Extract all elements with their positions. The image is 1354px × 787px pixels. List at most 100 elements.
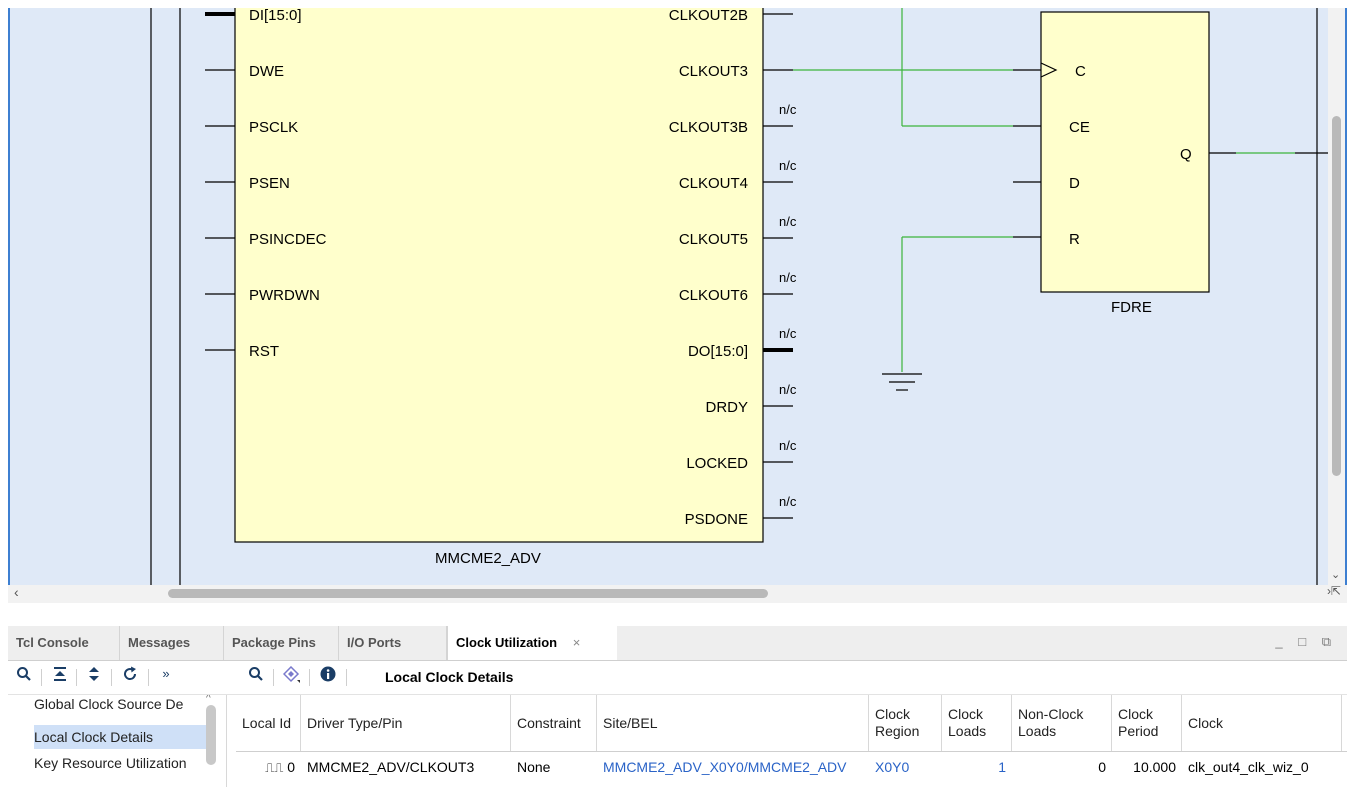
cell-clock-region-link[interactable]: X0Y0 <box>869 752 942 782</box>
header-label: Local Id <box>242 714 292 731</box>
nav-item-local-clock-details[interactable]: Local Clock Details <box>34 725 208 749</box>
no-connect-label: n/c <box>779 382 797 397</box>
tab-label: Package Pins <box>232 635 316 650</box>
mmcm-pin-label: DI[15:0] <box>249 8 302 24</box>
more-tools-icon[interactable]: » <box>154 666 178 688</box>
fdre-pin-label: C <box>1075 63 1086 80</box>
cell-non-clock-loads: 0 <box>1098 759 1106 775</box>
expand-all-icon[interactable] <box>82 666 106 688</box>
search-icon[interactable] <box>12 666 36 688</box>
collapse-all-icon[interactable] <box>48 666 72 688</box>
fdre-pin-label: D <box>1069 175 1080 192</box>
chevron-up-icon[interactable]: ^ <box>206 695 211 704</box>
schematic-drawing: DI[15:0]DWEPSCLKPSENPSINCDECPWRDWNRST CL… <box>150 8 1330 593</box>
tab-tcl-console[interactable]: Tcl Console <box>8 626 120 660</box>
report-navigation-tree: Global Clock Source De Local Clock Detai… <box>8 695 227 787</box>
mmcm-pin-label: PSDONE <box>685 511 748 528</box>
table-header: Local Id Driver Type/Pin Constraint Site… <box>236 695 1347 752</box>
column-header-constraint[interactable]: Constraint <box>511 695 597 751</box>
cell-constraint: None <box>517 759 551 775</box>
column-header-local-id[interactable]: Local Id <box>236 695 301 751</box>
cell-clock-loads-link[interactable]: 1 <box>942 752 1012 782</box>
close-icon[interactable]: × <box>573 635 581 650</box>
header-label: Constraint <box>517 714 581 731</box>
column-header-clock-region[interactable]: Clock Region <box>869 695 942 751</box>
tab-label: Clock Utilization <box>456 635 558 650</box>
column-header-clock[interactable]: Clock <box>1182 695 1342 751</box>
no-connect-label: n/c <box>779 158 797 173</box>
mmcm-pin-label: RST <box>249 343 279 360</box>
header-label: Clock Region <box>875 706 920 739</box>
tab-label: Tcl Console <box>16 635 89 650</box>
fdre-pin-q: Q <box>1180 146 1192 163</box>
mmcm-pin-label: PSEN <box>249 175 290 192</box>
mmcm-pin-label: LOCKED <box>686 455 748 472</box>
fdre-cell-name: FDRE <box>1111 299 1152 316</box>
mmcme2-adv-cell <box>234 8 764 543</box>
header-label: Clock <box>1188 714 1224 731</box>
no-connect-label: n/c <box>779 494 797 509</box>
info-icon[interactable] <box>316 666 340 688</box>
cell-site-bel-link[interactable]: MMCME2_ADV_X0Y0/MMCME2_ADV <box>597 752 869 782</box>
mmcm-pin-label: CLKOUT5 <box>679 231 748 248</box>
cell-clock: clk_out4_clk_wiz_0 <box>1188 759 1309 775</box>
refresh-icon[interactable] <box>118 666 142 688</box>
no-connect-label: n/c <box>779 102 797 117</box>
header-label: Site/BEL <box>603 714 658 731</box>
tab-io-ports[interactable]: I/O Ports <box>339 626 447 660</box>
scroll-right-icon[interactable]: ›⇱ <box>1327 584 1341 598</box>
schematic-canvas[interactable]: DI[15:0] DWE PSCLK PSEN PSINCDEC PWRDWN RST CL… <box>8 8 1347 603</box>
mmcm-pin-label: DRDY <box>705 399 748 416</box>
nav-item-label: Key Resource Utilization <box>34 755 187 771</box>
column-header-clock-period[interactable]: Clock Period <box>1112 695 1182 751</box>
window-controls[interactable]: _ □ ⧉ <box>1275 634 1337 650</box>
column-header-driver[interactable]: Driver Type/Pin <box>301 695 511 751</box>
ground-icon <box>882 373 922 391</box>
header-label: Non-Clock Loads <box>1018 706 1084 739</box>
mmcm-pin-label: PSCLK <box>249 119 298 136</box>
mmcm-pin-label: CLKOUT3 <box>679 63 748 80</box>
mmcm-pin-label: CLKOUT6 <box>679 287 748 304</box>
mmcm-pin-label: CLKOUT3B <box>669 119 748 136</box>
column-header-site-bel[interactable]: Site/BEL <box>597 695 869 751</box>
bottom-panel: Tcl Console Messages Package Pins I/O Po… <box>8 626 1347 787</box>
vertical-scrollbar[interactable]: ⌄ <box>1328 8 1345 585</box>
no-connect-label: n/c <box>779 270 797 285</box>
search-table-icon[interactable] <box>244 666 268 688</box>
panel-tab-bar: Tcl Console Messages Package Pins I/O Po… <box>8 626 1347 661</box>
nav-scrollbar-thumb[interactable] <box>206 705 216 765</box>
panel-title: Local Clock Details <box>385 669 514 685</box>
vertical-scroll-thumb[interactable] <box>1332 116 1341 476</box>
nav-item-label: Global Clock Source De <box>34 696 184 712</box>
horizontal-scroll-thumb[interactable] <box>168 589 768 598</box>
no-connect-label: n/c <box>779 326 797 341</box>
nav-item-key-resource-utilization[interactable]: Key Resource Utilization <box>34 751 208 775</box>
cell-value: 0 <box>287 759 295 775</box>
tab-package-pins[interactable]: Package Pins <box>224 626 339 660</box>
column-header-non-clock-loads[interactable]: Non-Clock Loads <box>1012 695 1112 751</box>
panel-toolbar: » Local Clock Details <box>8 661 1347 695</box>
table-row[interactable]: ⎍⎍ 0 MMCME2_ADV/CLKOUT3 None MMCME2_ADV_… <box>236 752 1347 782</box>
header-label: Clock Loads <box>948 706 987 739</box>
nav-item-global-clock-source[interactable]: Global Clock Source De <box>34 695 208 716</box>
tab-label: I/O Ports <box>347 635 402 650</box>
mmcm-pin-label: PSINCDEC <box>249 231 327 248</box>
schematic-view[interactable]: DI[15:0] DWE PSCLK PSEN PSINCDEC PWRDWN RST CL… <box>0 0 1354 605</box>
mmcm-cell-name: MMCME2_ADV <box>435 550 541 567</box>
mmcm-pin-label: DO[15:0] <box>688 343 748 360</box>
scroll-down-icon[interactable]: ⌄ <box>1331 568 1340 581</box>
fdre-pin-label: R <box>1069 231 1080 248</box>
tab-clock-utilization[interactable]: Clock Utilization × <box>447 626 617 660</box>
cell-driver: MMCME2_ADV/CLKOUT3 <box>307 759 475 775</box>
fdre-pin-label: CE <box>1069 119 1090 136</box>
column-header-clock-loads[interactable]: Clock Loads <box>942 695 1012 751</box>
highlight-icon[interactable] <box>280 665 304 688</box>
mmcm-pin-label: CLKOUT2B <box>669 8 748 24</box>
mmcm-pin-label: PWRDWN <box>249 287 320 304</box>
header-label: Clock Period <box>1118 706 1159 739</box>
scroll-left-icon[interactable]: ‹ <box>14 584 19 600</box>
horizontal-scrollbar[interactable]: ‹ ›⇱ <box>8 584 1347 603</box>
tab-messages[interactable]: Messages <box>120 626 224 660</box>
no-connect-label: n/c <box>779 214 797 229</box>
tab-label: Messages <box>128 635 191 650</box>
